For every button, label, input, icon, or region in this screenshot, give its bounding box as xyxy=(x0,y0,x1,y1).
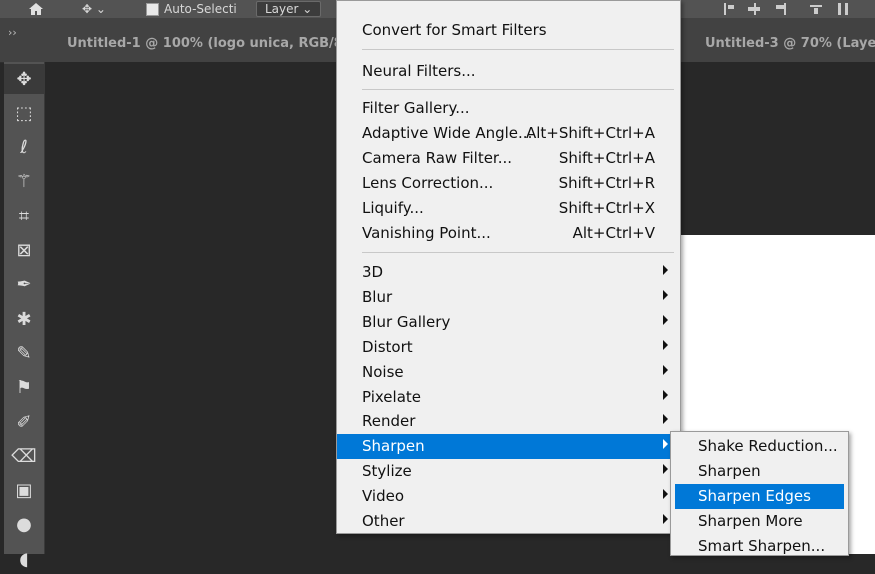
align-icons[interactable] xyxy=(720,0,870,18)
sharpen-submenu: Shake Reduction... Sharpen Sharpen Edges Sh… xyxy=(670,431,849,556)
eraser-icon[interactable]: ⌫ xyxy=(4,441,44,471)
menu-item-blur-gallery[interactable]: Blur Gallery xyxy=(337,310,680,335)
panel-collapse-icon[interactable]: ›› xyxy=(8,26,17,39)
menu-item-label: Lens Correction... xyxy=(362,174,494,192)
submenu-arrow-icon xyxy=(663,414,668,425)
menu-item-label: Convert for Smart Filters xyxy=(362,21,547,39)
menu-item-stylize[interactable]: Stylize xyxy=(337,459,680,484)
menu-item-other[interactable]: Other xyxy=(337,509,680,534)
healing-brush-icon[interactable]: ✱ xyxy=(4,304,44,334)
submenu-arrow-icon xyxy=(663,489,668,500)
submenu-item-shake-reduction[interactable]: Shake Reduction... xyxy=(675,434,844,459)
menu-item-adaptive-wide-angle[interactable]: Adaptive Wide Angle... Alt+Shift+Ctrl+A xyxy=(337,121,680,146)
menu-item-liquify[interactable]: Liquify... Shift+Ctrl+X xyxy=(337,196,680,221)
menu-item-label: Adaptive Wide Angle... xyxy=(362,124,533,142)
tab-untitled-3[interactable]: Untitled-3 @ 70% (Layer xyxy=(705,36,875,51)
submenu-arrow-icon xyxy=(663,339,668,350)
menu-item-label: Render xyxy=(362,412,416,431)
layer-dropdown[interactable]: Layer ⌄ xyxy=(256,0,322,18)
stamp-icon[interactable]: ⚑ xyxy=(4,373,44,403)
menu-item-distort[interactable]: Distort xyxy=(337,335,680,360)
marquee-icon[interactable]: ⬚ xyxy=(4,98,44,128)
gradient-icon[interactable]: ▣ xyxy=(4,476,44,506)
menu-item-video[interactable]: Video xyxy=(337,484,680,509)
magic-wand-icon[interactable]: ⚚ xyxy=(4,167,44,197)
frame-icon[interactable]: ⊠ xyxy=(4,236,44,266)
submenu-arrow-icon xyxy=(663,265,668,275)
layer-dropdown-value: Layer xyxy=(265,2,299,16)
eyedropper-icon[interactable]: ✒ xyxy=(4,270,44,300)
menu-item-shortcut: Alt+Shift+Ctrl+A xyxy=(525,124,655,142)
menu-item-label: Noise xyxy=(362,362,404,381)
menu-item-label: Distort xyxy=(362,337,413,356)
menu-item-label: Liquify... xyxy=(362,199,424,217)
menu-separator xyxy=(362,252,674,253)
menu-item-shortcut: Shift+Ctrl+A xyxy=(558,149,655,167)
submenu-arrow-icon xyxy=(663,314,668,325)
submenu-item-sharpen-more[interactable]: Sharpen More xyxy=(675,509,844,534)
history-brush-icon[interactable]: ✐ xyxy=(4,407,44,437)
menu-item-filter-gallery[interactable]: Filter Gallery... xyxy=(337,96,680,121)
menu-item-label: Sharpen xyxy=(362,437,425,456)
menu-item-shortcut: Alt+Ctrl+V xyxy=(572,224,655,242)
checkbox-icon xyxy=(146,2,159,16)
menu-item-label: Vanishing Point... xyxy=(362,224,491,242)
menu-item-neural-filters[interactable]: Neural Filters... xyxy=(337,59,680,84)
menu-item-vanishing-point[interactable]: Vanishing Point... Alt+Ctrl+V xyxy=(337,221,680,246)
submenu-item-sharpen[interactable]: Sharpen xyxy=(675,459,844,484)
menu-separator xyxy=(362,89,674,90)
menu-item-blur[interactable]: Blur xyxy=(337,285,680,310)
submenu-arrow-icon xyxy=(663,289,668,300)
filter-menu: Convert for Smart Filters Neural Filters… xyxy=(336,0,681,534)
submenu-arrow-icon xyxy=(663,464,668,475)
menu-item-label: Stylize xyxy=(362,462,412,481)
dodge-icon[interactable]: ◖ xyxy=(4,544,44,574)
auto-select-label: Auto-Selecti xyxy=(164,2,237,16)
lasso-icon[interactable]: ℓ xyxy=(4,133,44,163)
submenu-arrow-icon xyxy=(663,389,668,400)
submenu-arrow-icon xyxy=(663,514,668,524)
submenu-item-label: Sharpen More xyxy=(698,512,803,530)
move-tool-icon[interactable]: ✥ ⌄ xyxy=(82,0,106,18)
menu-item-noise[interactable]: Noise xyxy=(337,360,680,385)
brush-icon[interactable]: ✎ xyxy=(4,338,44,368)
menu-item-label: Neural Filters... xyxy=(362,62,476,80)
submenu-item-label: Shake Reduction... xyxy=(698,437,838,455)
menu-item-convert-smart-filters[interactable]: Convert for Smart Filters xyxy=(337,18,680,43)
menu-item-label: Pixelate xyxy=(362,387,421,406)
menu-item-label: 3D xyxy=(362,263,384,281)
menu-item-lens-correction[interactable]: Lens Correction... Shift+Ctrl+R xyxy=(337,171,680,196)
submenu-item-label: Smart Sharpen... xyxy=(698,537,826,555)
auto-select-checkbox[interactable]: Auto-Selecti xyxy=(146,0,237,18)
menu-item-label: Blur xyxy=(362,287,393,306)
menu-item-render[interactable]: Render xyxy=(337,409,680,434)
menu-item-3d[interactable]: 3D xyxy=(337,260,680,285)
tools-panel: ✥ ⬚ ℓ ⚚ ⌗ ⊠ ✒ ✱ ✎ ⚑ ✐ ⌫ ▣ ● ◖ xyxy=(4,62,45,570)
menu-item-shortcut: Shift+Ctrl+R xyxy=(558,174,655,192)
submenu-item-sharpen-edges[interactable]: Sharpen Edges xyxy=(675,484,844,509)
submenu-item-smart-sharpen[interactable]: Smart Sharpen... xyxy=(675,534,844,559)
tab-untitled-1[interactable]: Untitled-1 @ 100% (logo unica, RGB/8# xyxy=(67,36,354,51)
move-icon[interactable]: ✥ xyxy=(4,64,44,94)
blur-icon[interactable]: ● xyxy=(4,510,44,540)
menu-item-label: Filter Gallery... xyxy=(362,99,470,117)
submenu-item-label: Sharpen xyxy=(698,462,761,480)
submenu-arrow-icon xyxy=(663,439,668,450)
crop-icon[interactable]: ⌗ xyxy=(4,201,44,231)
menu-item-camera-raw-filter[interactable]: Camera Raw Filter... Shift+Ctrl+A xyxy=(337,146,680,171)
submenu-arrow-icon xyxy=(663,364,668,375)
menu-item-label: Other xyxy=(362,512,405,530)
menu-item-sharpen[interactable]: Sharpen xyxy=(337,434,680,460)
home-icon[interactable] xyxy=(28,0,44,18)
submenu-item-label: Sharpen Edges xyxy=(698,487,811,505)
menu-item-label: Video xyxy=(362,487,405,506)
menu-item-shortcut: Shift+Ctrl+X xyxy=(558,199,655,217)
menu-separator xyxy=(362,49,674,50)
menu-item-label: Blur Gallery xyxy=(362,312,451,331)
menu-item-label: Camera Raw Filter... xyxy=(362,149,513,167)
menu-item-pixelate[interactable]: Pixelate xyxy=(337,385,680,410)
